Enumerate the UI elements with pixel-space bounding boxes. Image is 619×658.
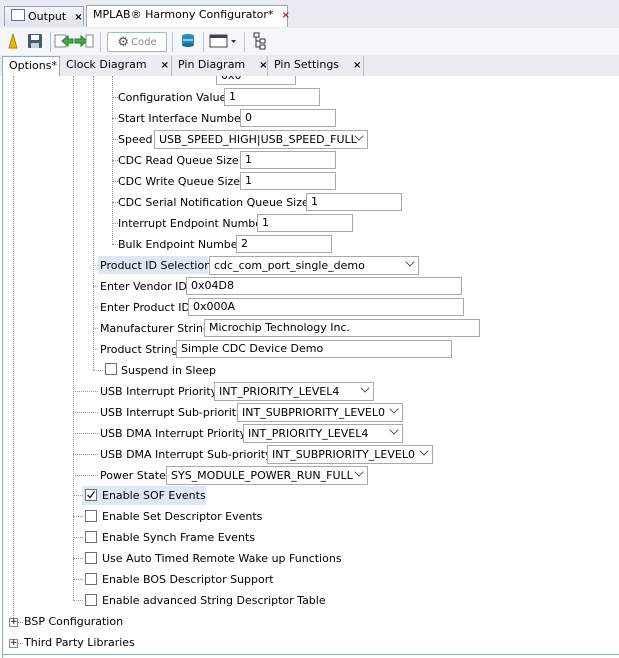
device-class-field[interactable]: 0x0 (216, 76, 296, 85)
enable-set-descriptor-checkbox[interactable] (85, 510, 97, 522)
speed-label: Speed (118, 133, 153, 146)
enable-set-descriptor-label: Enable Set Descriptor Events (102, 510, 263, 523)
bulk-endpoint-field[interactable]: 2 (236, 235, 332, 253)
cdc-write-queue-field[interactable]: 1 (240, 172, 336, 190)
cdc-read-queue-field[interactable]: 1 (240, 151, 336, 169)
enable-synch-frame-label: Enable Synch Frame Events (102, 531, 255, 544)
chevron-down-icon (419, 446, 429, 456)
tab-harmony-configurator[interactable]: MPLAB® Harmony Configurator* × (86, 5, 290, 27)
tab-clock-label: Clock Diagram (66, 58, 147, 71)
start-interface-number-label: Start Interface Number (118, 112, 246, 125)
manufacturer-string-field[interactable]: Microchip Technology Inc. (204, 319, 480, 337)
auto-wakeup-checkbox[interactable] (85, 552, 97, 564)
database-icon[interactable] (178, 32, 198, 50)
close-icon[interactable]: × (161, 60, 169, 71)
tab-clock-diagram[interactable]: Clock Diagram × (60, 56, 172, 76)
chevron-down-icon (389, 425, 399, 435)
tree-view-icon[interactable] (250, 32, 270, 50)
export-icon[interactable] (74, 32, 94, 50)
expand-icon[interactable]: + (9, 639, 18, 648)
configuration-value-field[interactable]: 1 (224, 88, 320, 106)
vendor-id-label: Enter Vendor ID (100, 280, 187, 293)
import-icon[interactable] (54, 32, 74, 50)
chevron-down-icon (354, 467, 364, 477)
tab-pin-settings-label: Pin Settings (274, 58, 340, 71)
bulk-endpoint-label: Bulk Endpoint Number (118, 238, 243, 251)
start-interface-number-field[interactable]: 0 (240, 109, 336, 127)
product-string-label: Product String (100, 343, 179, 356)
suspend-in-sleep-label: Suspend in Sleep (121, 364, 216, 377)
chevron-down-icon (360, 383, 370, 393)
configuration-value-label: Configuration Value (118, 91, 227, 104)
usb-interrupt-subpriority-label: USB Interrupt Sub-priority (100, 406, 243, 419)
power-state-select[interactable]: SYS_MODULE_POWER_RUN_FULL (166, 466, 368, 485)
harmony-logo-icon[interactable] (6, 32, 20, 50)
usb-dma-interrupt-priority-label: USB DMA Interrupt Priority (100, 427, 247, 440)
vendor-id-field[interactable]: 0x04D8 (186, 277, 462, 295)
bos-descriptor-label: Enable BOS Descriptor Support (102, 573, 274, 586)
product-id-selection-label: Product ID Selection (100, 259, 212, 272)
tree-node-bsp-configuration[interactable]: BSP Configuration (24, 615, 123, 628)
chevron-down-icon (389, 404, 399, 414)
cdc-serial-notification-field[interactable]: 1 (306, 193, 402, 211)
tree-node-third-party-libraries[interactable]: Third Party Libraries (24, 636, 135, 649)
close-icon[interactable]: × (74, 12, 82, 23)
close-icon[interactable]: × (353, 60, 361, 71)
speed-select[interactable]: USB_SPEED_HIGH|USB_SPEED_FULL (154, 130, 368, 149)
advanced-string-descriptor-checkbox[interactable] (85, 594, 97, 606)
options-tree-panel: 0x0 Configuration Value 1 Start Interfac… (0, 76, 619, 658)
output-window-icon (11, 9, 25, 21)
usb-interrupt-subpriority-select[interactable]: INT_SUBPRIORITY_LEVEL0 (237, 403, 403, 422)
enable-sof-events-checkbox[interactable] (85, 489, 97, 501)
tab-options-label: Options* (9, 59, 57, 72)
toolbar: ⚙ Code (0, 28, 619, 56)
generate-code-button[interactable]: ⚙ Code (107, 32, 167, 52)
tab-pin-diagram[interactable]: Pin Diagram × (172, 56, 268, 76)
power-state-label: Power State (100, 469, 166, 482)
gears-icon: ⚙ (117, 34, 130, 50)
cdc-write-queue-label: CDC Write Queue Size (118, 175, 241, 188)
tab-pin-settings[interactable]: Pin Settings × (268, 56, 364, 76)
product-id-selection-select[interactable]: cdc_com_port_single_demo (209, 256, 419, 275)
document-tab-bar: Output × MPLAB® Harmony Configurator* × (0, 0, 619, 29)
suspend-in-sleep-checkbox[interactable] (105, 363, 117, 375)
product-id-label: Enter Product ID (100, 301, 190, 314)
cdc-serial-notification-label: CDC Serial Notification Queue Size (118, 196, 309, 209)
bos-descriptor-checkbox[interactable] (85, 573, 97, 585)
view-tab-bar: Options* Clock Diagram × Pin Diagram × Pin… (0, 55, 619, 77)
enable-sof-events-label: Enable SOF Events (102, 489, 206, 502)
tab-pin-diagram-label: Pin Diagram (178, 58, 246, 71)
close-icon[interactable]: × (259, 60, 267, 71)
tab-output[interactable]: Output × (4, 6, 84, 26)
product-string-field[interactable]: Simple CDC Device Demo (176, 340, 452, 358)
enable-synch-frame-checkbox[interactable] (85, 531, 97, 543)
manufacturer-string-label: Manufacturer String (100, 322, 211, 335)
advanced-string-descriptor-label: Enable advanced String Descriptor Table (102, 594, 326, 607)
product-id-field[interactable]: 0x000A (188, 298, 464, 316)
usb-interrupt-priority-select[interactable]: INT_PRIORITY_LEVEL4 (214, 382, 374, 401)
checkmark-icon (87, 491, 96, 499)
save-icon[interactable] (26, 32, 44, 50)
window-layout-dropdown[interactable] (208, 32, 238, 50)
usb-interrupt-priority-label: USB Interrupt Priority (100, 385, 218, 398)
usb-dma-interrupt-priority-select[interactable]: INT_PRIORITY_LEVEL4 (243, 424, 403, 443)
tab-harmony-label: MPLAB® Harmony Configurator* (93, 8, 274, 21)
tab-output-label: Output (28, 10, 67, 23)
interrupt-endpoint-field[interactable]: 1 (257, 214, 353, 232)
tab-options[interactable]: Options* (2, 56, 60, 76)
usb-dma-interrupt-subpriority-select[interactable]: INT_SUBPRIORITY_LEVEL0 (267, 445, 433, 464)
auto-wakeup-label: Use Auto Timed Remote Wake up Functions (102, 552, 342, 565)
chevron-down-icon (405, 257, 415, 267)
usb-dma-interrupt-subpriority-label: USB DMA Interrupt Sub-priority (100, 448, 272, 461)
interrupt-endpoint-label: Interrupt Endpoint Number (118, 217, 267, 230)
expand-icon[interactable]: + (9, 618, 18, 627)
close-icon[interactable]: × (281, 10, 289, 21)
generate-code-label: Code (131, 36, 157, 48)
cdc-read-queue-label: CDC Read Queue Size (118, 154, 239, 167)
